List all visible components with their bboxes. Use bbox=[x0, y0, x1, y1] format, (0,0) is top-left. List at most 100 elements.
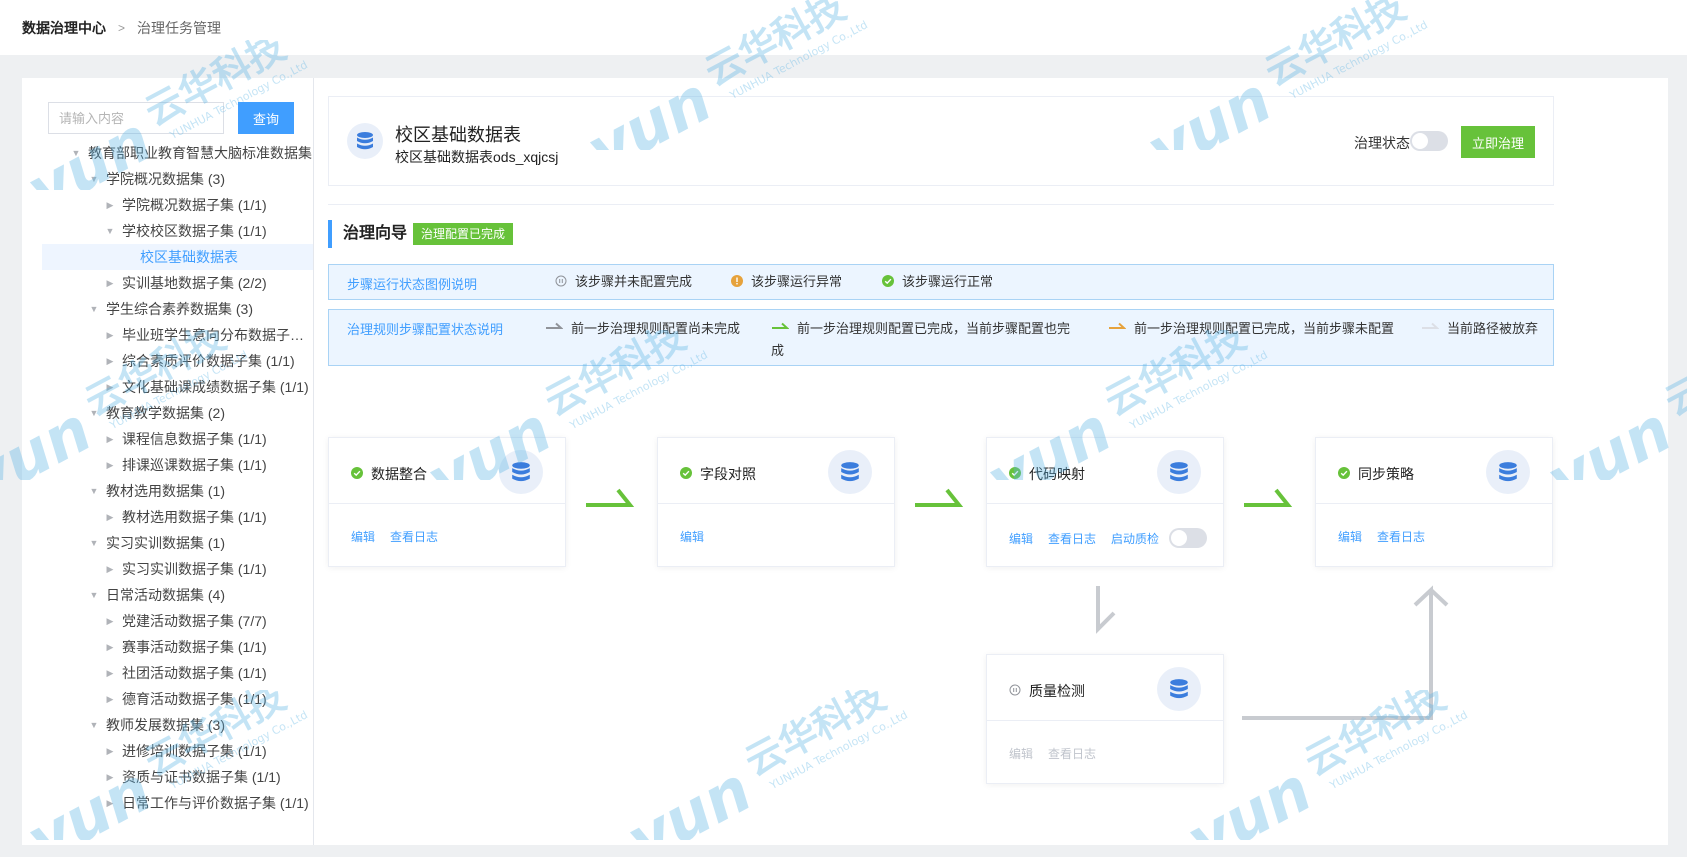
governance-status-toggle[interactable] bbox=[1410, 131, 1448, 151]
step-title: 代码映射 bbox=[1029, 466, 1085, 482]
tree-node-label: 课程信息数据子集 (1/1) bbox=[122, 431, 267, 447]
tree-node[interactable]: ▼ 实习实训数据集 (1) bbox=[22, 530, 313, 556]
tree-node[interactable]: ▼ 教育部职业教育智慧大脑标准数据集 bbox=[22, 140, 313, 166]
check-circle-icon bbox=[1338, 467, 1350, 479]
tree-node[interactable]: ▼ 日常活动数据集 (4) bbox=[22, 582, 313, 608]
tree-node-label: 日常活动数据集 (4) bbox=[106, 587, 225, 603]
caret-right-icon[interactable]: ▶ bbox=[104, 322, 116, 348]
caret-right-icon[interactable]: ▶ bbox=[104, 764, 116, 790]
caret-right-icon[interactable]: ▶ bbox=[104, 660, 116, 686]
tree-node[interactable]: ▶ 党建活动数据子集 (7/7) bbox=[22, 608, 313, 634]
arrow-gray-icon bbox=[546, 322, 564, 329]
search-button[interactable]: 查询 bbox=[238, 102, 294, 134]
govern-now-button[interactable]: 立即治理 bbox=[1461, 126, 1535, 158]
caret-right-icon[interactable]: ▶ bbox=[104, 348, 116, 374]
caret-down-icon[interactable]: ▼ bbox=[70, 140, 82, 166]
tree-node[interactable]: ▼ 学校校区数据子集 (1/1) bbox=[22, 218, 313, 244]
caret-right-icon[interactable]: ▶ bbox=[104, 608, 116, 634]
dataset-tree-panel: 查询 ▼ 教育部职业教育智慧大脑标准数据集 ▼ 学院概况数据集 (3) ▶ 学院概况数据子… bbox=[22, 78, 314, 845]
tree-node[interactable]: ▼ 学生综合素养数据集 (3) bbox=[22, 296, 313, 322]
caret-right-icon[interactable]: ▶ bbox=[104, 634, 116, 660]
caret-down-icon[interactable]: ▼ bbox=[88, 166, 100, 192]
tree-node[interactable]: ▶ 资质与证书数据子集 (1/1) bbox=[22, 764, 313, 790]
caret-right-icon[interactable]: ▶ bbox=[104, 556, 116, 582]
view-log-link[interactable]: 查看日志 bbox=[390, 528, 438, 545]
tree-node[interactable]: ▶ 实训基地数据子集 (2/2) bbox=[22, 270, 313, 296]
arrow-lightgray-icon bbox=[1242, 585, 1433, 720]
view-log-link[interactable]: 查看日志 bbox=[1377, 528, 1425, 545]
tree-node[interactable]: ▶ 日常工作与评价数据子集 (1/1) bbox=[22, 790, 313, 816]
tree-node[interactable]: ▶ 进修培训数据子集 (1/1) bbox=[22, 738, 313, 764]
legend-item-arrow-green: 前一步治理规则配置已完成，当前步骤配置也完成 bbox=[771, 318, 1071, 362]
caret-right-icon[interactable]: ▶ bbox=[104, 374, 116, 400]
step-actions: 编辑 查看日志 bbox=[1009, 745, 1111, 762]
tree-node[interactable]: ▶ 德育活动数据子集 (1/1) bbox=[22, 686, 313, 712]
tree-node-label: 教育教学数据集 (2) bbox=[106, 405, 225, 421]
tree-node-label: 实训基地数据子集 (2/2) bbox=[122, 275, 267, 291]
tree-node[interactable]: ▶ 排课巡课数据子集 (1/1) bbox=[22, 452, 313, 478]
pause-circle-icon bbox=[555, 275, 567, 287]
breadcrumb-home[interactable]: 数据治理中心 bbox=[22, 18, 106, 38]
tree-node-label: 社团活动数据子集 (1/1) bbox=[122, 665, 267, 681]
tree-node[interactable]: ▶ 毕业班学生意向分布数据子集 (3/3) bbox=[22, 322, 313, 348]
tree-node[interactable]: ▶ 实习实训数据子集 (1/1) bbox=[22, 556, 313, 582]
legend-item-ok: 该步骤运行正常 bbox=[882, 271, 993, 293]
arrow-lightgray-icon bbox=[1422, 322, 1440, 329]
tree-node-label: 党建活动数据子集 (7/7) bbox=[122, 613, 267, 629]
caret-right-icon[interactable]: ▶ bbox=[104, 686, 116, 712]
caret-right-icon[interactable]: ▶ bbox=[104, 738, 116, 764]
caret-right-icon[interactable]: ▶ bbox=[104, 504, 116, 530]
tree-node-label: 校区基础数据表 bbox=[140, 249, 238, 265]
edit-link[interactable]: 编辑 bbox=[351, 528, 375, 545]
tree-node[interactable]: ▶ 赛事活动数据子集 (1/1) bbox=[22, 634, 313, 660]
database-icon bbox=[1157, 667, 1201, 711]
step-card-quality: 质量检测 编辑 查看日志 bbox=[986, 654, 1224, 784]
tree-node-selected[interactable]: 校区基础数据表 bbox=[42, 244, 313, 270]
tree-node[interactable]: ▶ 综合素质评价数据子集 (1/1) bbox=[22, 348, 313, 374]
quality-check-toggle[interactable] bbox=[1169, 528, 1208, 548]
caret-right-icon[interactable]: ▶ bbox=[104, 270, 116, 296]
step-status-legend: 步骤运行状态图例说明 该步骤并未配置完成 该步骤运行异常 该步骤运行正常 bbox=[328, 264, 1554, 300]
tree-node[interactable]: ▶ 社团活动数据子集 (1/1) bbox=[22, 660, 313, 686]
caret-down-icon[interactable]: ▼ bbox=[88, 400, 100, 426]
edit-link[interactable]: 编辑 bbox=[1009, 530, 1033, 547]
caret-down-icon[interactable]: ▼ bbox=[88, 478, 100, 504]
caret-right-icon[interactable]: ▶ bbox=[104, 426, 116, 452]
tree-node[interactable]: ▶ 课程信息数据子集 (1/1) bbox=[22, 426, 313, 452]
caret-down-icon[interactable]: ▼ bbox=[88, 582, 100, 608]
breadcrumb: 数据治理中心 > 治理任务管理 bbox=[0, 0, 1687, 55]
edit-link[interactable]: 编辑 bbox=[680, 528, 704, 545]
legend-item-pending: 该步骤并未配置完成 bbox=[555, 271, 692, 293]
arrow-green-icon bbox=[586, 488, 635, 507]
view-log-link[interactable]: 查看日志 bbox=[1048, 530, 1096, 547]
tree-node[interactable]: ▼ 教材选用数据集 (1) bbox=[22, 478, 313, 504]
caret-right-icon[interactable]: ▶ bbox=[104, 192, 116, 218]
tree-node[interactable]: ▶ 学院概况数据子集 (1/1) bbox=[22, 192, 313, 218]
tree-node[interactable]: ▶ 教材选用数据子集 (1/1) bbox=[22, 504, 313, 530]
edit-link[interactable]: 编辑 bbox=[1338, 528, 1362, 545]
tree-node-label: 进修培训数据子集 (1/1) bbox=[122, 743, 267, 759]
caret-right-icon[interactable]: ▶ bbox=[104, 452, 116, 478]
caret-down-icon[interactable]: ▼ bbox=[88, 296, 100, 322]
tree-node-label: 教材选用数据集 (1) bbox=[106, 483, 225, 499]
view-log-link: 查看日志 bbox=[1048, 747, 1097, 761]
search-input[interactable] bbox=[48, 102, 224, 134]
legend-item-arrow-gray: 前一步治理规则配置尚未完成 bbox=[545, 318, 745, 340]
caret-right-icon[interactable]: ▶ bbox=[104, 790, 116, 816]
tree-search: 查询 bbox=[48, 102, 294, 134]
caret-down-icon[interactable]: ▼ bbox=[104, 218, 116, 244]
step-title: 质量检测 bbox=[1029, 683, 1085, 699]
check-circle-icon bbox=[882, 275, 894, 287]
step-card-integrate: 数据整合 编辑 查看日志 bbox=[328, 437, 566, 567]
check-circle-icon bbox=[351, 467, 363, 479]
tree-node[interactable]: ▼ 学院概况数据集 (3) bbox=[22, 166, 313, 192]
tree-node-label: 资质与证书数据子集 (1/1) bbox=[122, 769, 281, 785]
tree-node-label: 教材选用数据子集 (1/1) bbox=[122, 509, 267, 525]
caret-down-icon[interactable]: ▼ bbox=[88, 712, 100, 738]
tree-node[interactable]: ▼ 教师发展数据集 (3) bbox=[22, 712, 313, 738]
guide-title: 治理向导 bbox=[328, 220, 407, 248]
caret-down-icon[interactable]: ▼ bbox=[88, 530, 100, 556]
check-circle-icon bbox=[680, 467, 692, 479]
tree-node[interactable]: ▶ 文化基础课成绩数据子集 (1/1) bbox=[22, 374, 313, 400]
tree-node[interactable]: ▼ 教育教学数据集 (2) bbox=[22, 400, 313, 426]
